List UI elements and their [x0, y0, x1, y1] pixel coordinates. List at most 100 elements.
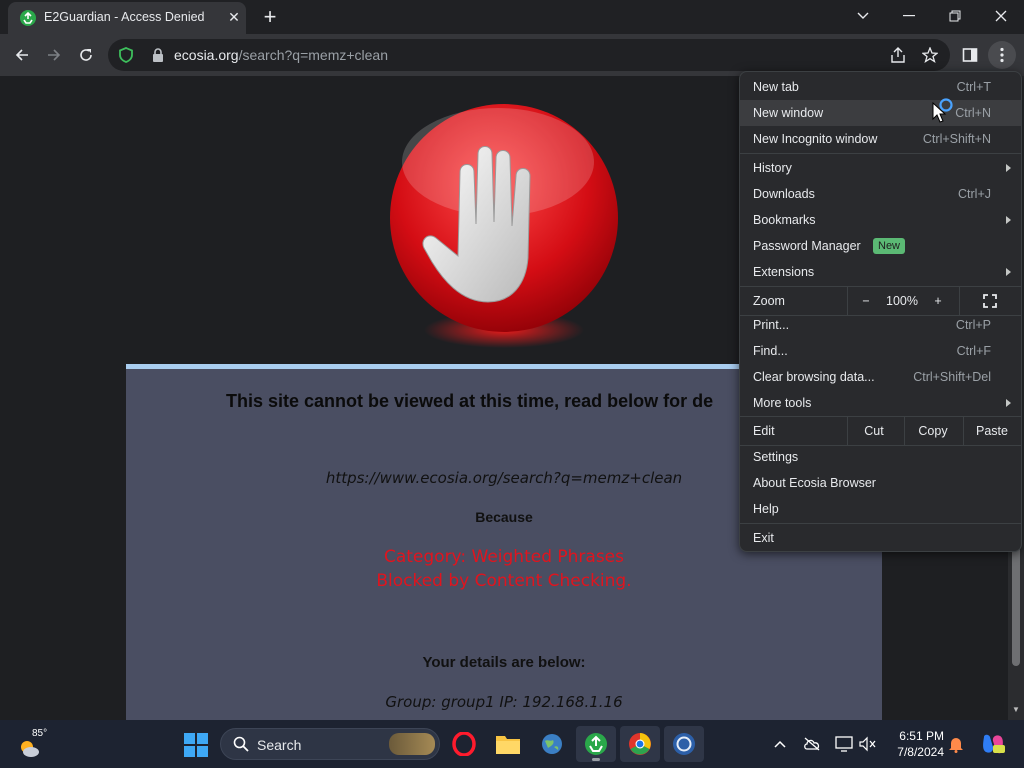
- clock-time: 6:51 PM: [899, 729, 944, 743]
- scroll-down-icon[interactable]: ▼: [1012, 706, 1020, 714]
- browser-menu: New tab Ctrl+T New window Ctrl+N New Inc…: [739, 71, 1022, 552]
- menu-label: Downloads: [753, 187, 815, 201]
- menu-label: More tools: [753, 396, 812, 410]
- menu-label: Extensions: [753, 265, 815, 279]
- menu-item-bookmarks[interactable]: Bookmarks: [740, 207, 1021, 233]
- clock-date: 7/8/2024: [897, 745, 944, 759]
- bookmark-star-icon[interactable]: [916, 41, 944, 69]
- tray-expand-icon[interactable]: [770, 734, 790, 754]
- menu-item-history[interactable]: History: [740, 155, 1021, 181]
- tab-search-dropdown-icon[interactable]: [840, 0, 886, 32]
- submenu-arrow-icon: [1006, 399, 1011, 407]
- side-panel-icon[interactable]: [956, 41, 984, 69]
- menu-label: Zoom: [753, 294, 785, 308]
- new-badge: New: [873, 238, 906, 254]
- menu-item-new-incognito[interactable]: New Incognito window Ctrl+Shift+N: [740, 126, 1021, 152]
- tab-close-icon[interactable]: ✕: [226, 9, 242, 25]
- copilot-icon[interactable]: [980, 734, 1006, 754]
- menu-label: Settings: [753, 450, 799, 464]
- submenu-arrow-icon: [1006, 216, 1011, 224]
- volume-muted-icon[interactable]: [858, 734, 878, 754]
- lock-icon[interactable]: [152, 48, 164, 62]
- tab-e2guardian[interactable]: E2Guardian - Access Denied ✕: [8, 2, 246, 34]
- display-icon[interactable]: [834, 734, 854, 754]
- minimize-icon[interactable]: [886, 0, 932, 32]
- back-icon[interactable]: [8, 41, 36, 69]
- menu-item-new-window[interactable]: New window Ctrl+N: [740, 100, 1021, 126]
- submenu-arrow-icon: [1006, 164, 1011, 172]
- opera-app-icon[interactable]: [444, 726, 484, 762]
- ecosia-browser-app-icon[interactable]: [576, 726, 616, 762]
- search-icon: [233, 736, 249, 752]
- menu-label: Find...: [753, 344, 788, 358]
- menu-item-exit[interactable]: Exit: [740, 525, 1021, 551]
- menu-divider: [959, 287, 960, 315]
- share-icon[interactable]: [884, 41, 912, 69]
- menu-shortcut: Ctrl+T: [956, 80, 991, 94]
- recycle-favicon-icon: [20, 10, 36, 26]
- window-close-icon[interactable]: [978, 0, 1024, 32]
- notification-bell-icon[interactable]: [946, 734, 966, 754]
- menu-item-extensions[interactable]: Extensions: [740, 259, 1021, 285]
- copy-button[interactable]: Copy: [905, 417, 961, 445]
- fullscreen-icon[interactable]: [972, 287, 1008, 315]
- ur-browser-app-icon[interactable]: [664, 726, 704, 762]
- windows-start-icon[interactable]: [184, 733, 208, 757]
- block-reason: Blocked by Content Checking.: [376, 571, 632, 591]
- address-bar[interactable]: ecosia.org/search?q=memz+clean: [108, 39, 950, 71]
- menu-label: Password Manager: [753, 239, 861, 253]
- menu-label: New Incognito window: [753, 132, 878, 146]
- menu-shortcut: Ctrl+N: [955, 106, 991, 120]
- menu-item-settings[interactable]: Settings: [740, 444, 1021, 470]
- weather-widget[interactable]: 85°: [18, 728, 54, 760]
- reload-icon[interactable]: [72, 41, 100, 69]
- menu-label: Help: [753, 502, 779, 516]
- url-domain: ecosia.org: [174, 47, 239, 63]
- user-details: Group: group1 IP: 192.168.1.16: [385, 693, 623, 711]
- chrome-app-icon[interactable]: [620, 726, 660, 762]
- restore-icon[interactable]: [932, 0, 978, 32]
- onedrive-offline-icon[interactable]: [802, 734, 822, 754]
- system-clock[interactable]: 6:51 PM 7/8/2024: [884, 728, 944, 760]
- menu-item-new-tab[interactable]: New tab Ctrl+T: [740, 74, 1021, 100]
- new-tab-button[interactable]: +: [258, 6, 282, 28]
- menu-label: Print...: [753, 318, 790, 332]
- menu-item-more-tools[interactable]: More tools: [740, 390, 1021, 416]
- menu-item-downloads[interactable]: Downloads Ctrl+J: [740, 181, 1021, 207]
- menu-shortcut: Ctrl+Shift+N: [922, 132, 991, 146]
- paste-button[interactable]: Paste: [964, 417, 1020, 445]
- forward-icon[interactable]: [40, 41, 68, 69]
- menu-item-find[interactable]: Find... Ctrl+F: [740, 338, 1021, 364]
- zoom-level: 100%: [886, 294, 918, 308]
- cut-button[interactable]: Cut: [848, 417, 900, 445]
- menu-item-print[interactable]: Print... Ctrl+P: [740, 312, 1021, 338]
- temperature: 85°: [32, 728, 48, 739]
- search-highlight-icon: [389, 733, 435, 755]
- stop-hand-icon: [390, 104, 618, 348]
- menu-divider: [847, 287, 848, 315]
- menu-label: New tab: [753, 80, 799, 94]
- menu-separator: [740, 523, 1021, 524]
- menu-shortcut: Ctrl+J: [958, 187, 991, 201]
- menu-item-help[interactable]: Help: [740, 496, 1021, 522]
- menu-item-password-manager[interactable]: Password Manager New: [740, 233, 1021, 259]
- taskbar-search[interactable]: Search: [220, 728, 440, 760]
- shield-icon[interactable]: [118, 47, 134, 63]
- menu-item-about[interactable]: About Ecosia Browser: [740, 470, 1021, 496]
- scroll-thumb[interactable]: [1012, 546, 1020, 666]
- windows-taskbar: 85° Search 6:51 PM 7/8/2024: [0, 720, 1024, 768]
- url-path: /search?q=memz+clean: [238, 47, 389, 63]
- mouse-cursor-icon: [932, 98, 953, 123]
- menu-item-edit: Edit Cut Copy Paste: [740, 417, 1021, 445]
- globe-app-icon[interactable]: [532, 726, 572, 762]
- menu-label: Bookmarks: [753, 213, 816, 227]
- menu-kebab-icon[interactable]: [988, 41, 1016, 69]
- zoom-out-button[interactable]: −: [854, 287, 878, 315]
- zoom-in-button[interactable]: +: [926, 287, 950, 315]
- search-label: Search: [257, 737, 302, 753]
- file-explorer-icon[interactable]: [488, 726, 528, 762]
- menu-item-clear-browsing-data[interactable]: Clear browsing data... Ctrl+Shift+Del: [740, 364, 1021, 390]
- menu-shortcut: Ctrl+F: [956, 344, 991, 358]
- menu-label: Edit: [753, 424, 775, 438]
- menu-label: About Ecosia Browser: [753, 476, 876, 490]
